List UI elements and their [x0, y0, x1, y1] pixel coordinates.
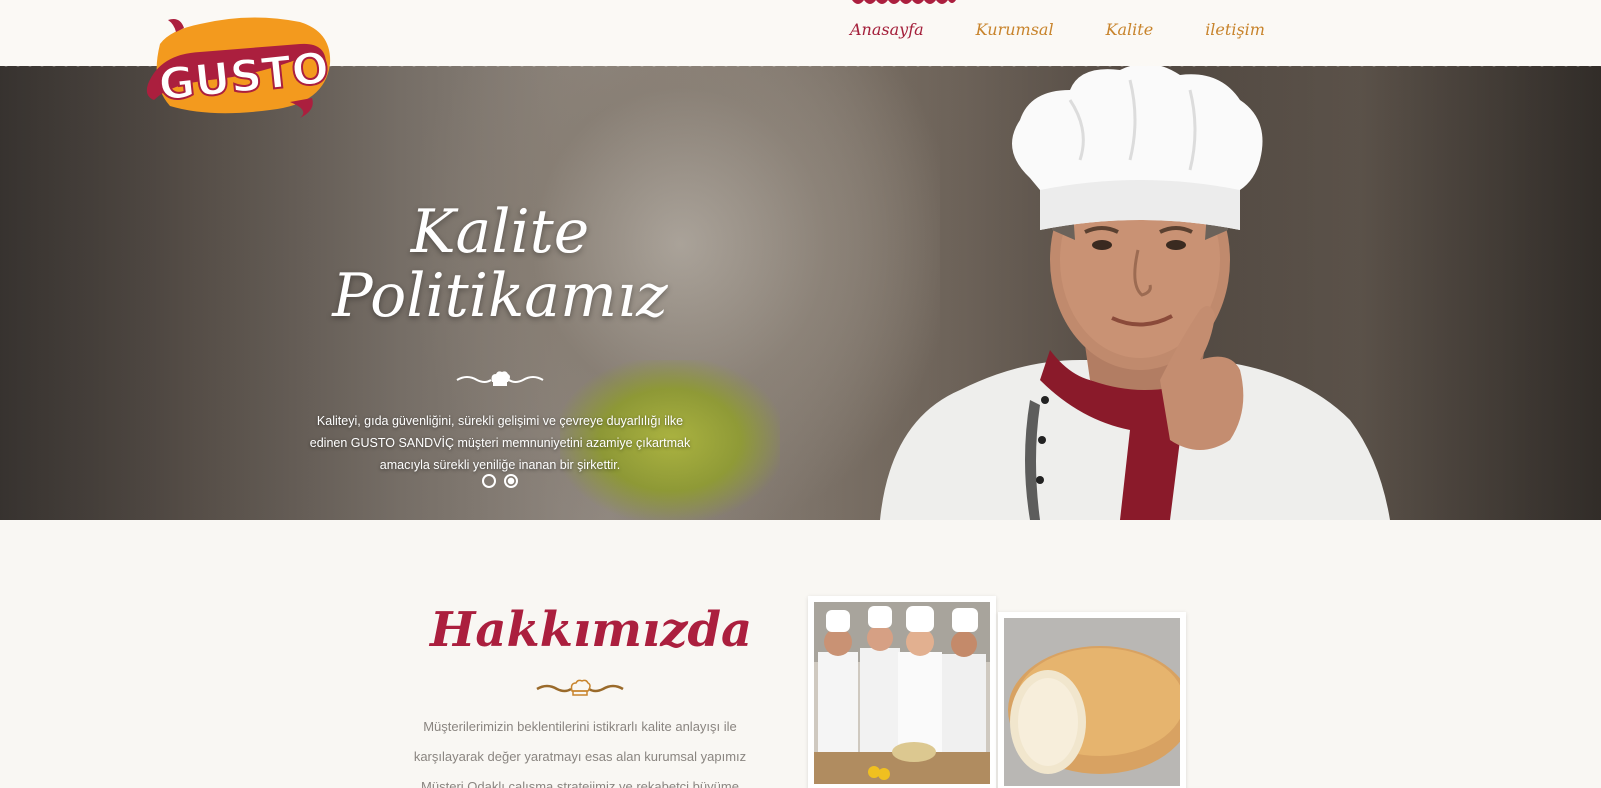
hero-slider: Kalite Politikamız Kaliteyi, gıda güvenl… — [0, 60, 1601, 520]
slider-dot-1[interactable] — [482, 474, 496, 488]
slider-dot-2[interactable] — [504, 474, 518, 488]
gusto-logo[interactable]: GUSTO — [140, 14, 336, 118]
nav-item-iletisim[interactable]: iletişim — [1205, 20, 1265, 39]
hero-description: Kaliteyi, gıda güvenliğini, sürekli geli… — [309, 414, 691, 472]
hero-title-line2: Politikamız — [332, 261, 668, 331]
hero-title-line1: Kalite — [410, 197, 590, 267]
main-nav: Anasayfa Kurumsal Kalite iletişim — [850, 20, 1317, 39]
nav-item-kurumsal[interactable]: Kurumsal — [976, 20, 1054, 39]
chef-image — [880, 63, 1390, 520]
hero-title: Kalite Politikamız — [330, 200, 670, 328]
about-text: Müşterilerimizin beklentilerini istikrar… — [413, 719, 747, 788]
about-title: Hakkımızda — [430, 602, 753, 658]
bread-image — [1004, 618, 1192, 786]
chef-hat-divider-icon — [536, 679, 624, 696]
nav-item-kalite[interactable]: Kalite — [1106, 20, 1154, 39]
chefs-team-image — [814, 602, 990, 784]
chef-hat-divider-icon — [456, 371, 544, 386]
chefs-photo — [808, 596, 996, 788]
slider-dots — [482, 474, 518, 488]
bread-photo — [998, 612, 1192, 788]
nav-item-anasayfa[interactable]: Anasayfa — [850, 20, 924, 39]
nav-active-indicator — [852, 0, 956, 4]
